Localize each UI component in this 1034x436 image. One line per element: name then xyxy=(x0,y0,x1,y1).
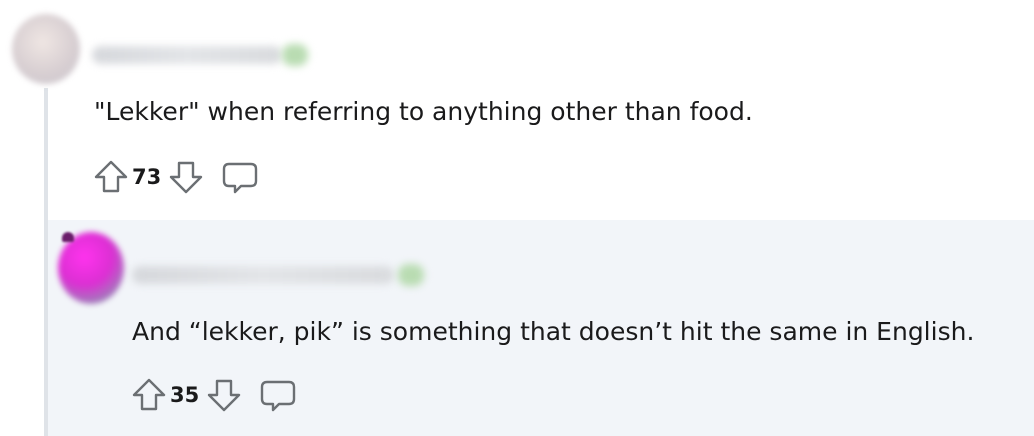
comment-body: "Lekker" when referring to anything othe… xyxy=(94,97,753,126)
downvote-icon[interactable] xyxy=(165,156,207,198)
upvote-icon[interactable] xyxy=(90,156,132,198)
comment-actions: 35 xyxy=(128,374,299,416)
user-flair-blurred xyxy=(398,264,424,286)
username-blurred[interactable] xyxy=(132,266,394,284)
comment-icon[interactable] xyxy=(219,156,261,198)
vote-score: 35 xyxy=(170,383,200,407)
user-avatar[interactable] xyxy=(58,232,124,304)
user-avatar[interactable] xyxy=(12,14,80,84)
vote-score: 73 xyxy=(132,165,162,189)
upvote-icon[interactable] xyxy=(128,374,170,416)
comment-actions: 73 xyxy=(90,156,261,198)
downvote-icon[interactable] xyxy=(203,374,245,416)
user-flair-blurred xyxy=(282,44,308,66)
comment-body: And “lekker, pik” is something that does… xyxy=(132,317,975,346)
comment-icon[interactable] xyxy=(257,374,299,416)
username-blurred[interactable] xyxy=(92,46,282,64)
avatar-badge-icon xyxy=(62,232,74,242)
